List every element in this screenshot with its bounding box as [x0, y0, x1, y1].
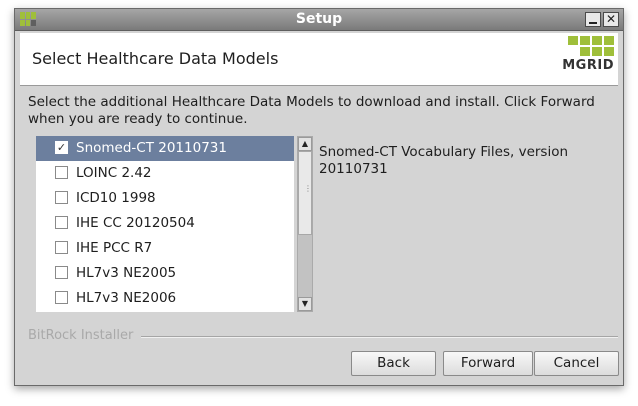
- bitrock-brand: BitRock Installer: [28, 328, 134, 343]
- window-title: Setup: [295, 11, 343, 27]
- scroll-down-icon[interactable]: ▼: [298, 297, 312, 311]
- list-item[interactable]: ICD10 1998: [36, 186, 294, 211]
- page-header: Select Healthcare Data Models MGRID: [20, 33, 618, 86]
- checkbox[interactable]: ✓: [55, 141, 68, 154]
- setup-window: Setup ✕ Select Healthcare Data Models MG…: [14, 8, 624, 386]
- checkbox[interactable]: [55, 166, 68, 179]
- scrollbar-thumb[interactable]: ⋮: [298, 151, 312, 235]
- list-item[interactable]: HL7v3 NE2005: [36, 261, 294, 286]
- grip-icon: ⋮: [304, 184, 312, 193]
- scroll-up-icon[interactable]: ▲: [298, 137, 312, 151]
- list-item-label: IHE CC 20120504: [76, 215, 195, 231]
- page-title: Select Healthcare Data Models: [32, 49, 279, 68]
- list-item-label: LOINC 2.42: [76, 165, 152, 181]
- mgrid-logo: MGRID: [562, 36, 614, 82]
- list-item-label: ICD10 1998: [76, 190, 156, 206]
- list-item-label: Snomed-CT 20110731: [76, 140, 227, 156]
- cancel-button[interactable]: Cancel: [534, 351, 619, 376]
- checkbox[interactable]: [55, 191, 68, 204]
- list-item-label: HL7v3 NE2006: [76, 290, 177, 306]
- list-item[interactable]: ✓ Snomed-CT 20110731: [36, 136, 294, 161]
- list-item[interactable]: HL7v3 NE2006: [36, 286, 294, 311]
- model-description: Snomed-CT Vocabulary Files, version 2011…: [319, 144, 569, 177]
- back-button[interactable]: Back: [351, 351, 436, 376]
- list-scrollbar[interactable]: ▲ ⋮ ▼: [297, 136, 313, 312]
- list-item-label: HL7v3 NE2005: [76, 265, 177, 281]
- logo-grid-icon: [568, 36, 614, 56]
- logo-text: MGRID: [562, 58, 614, 73]
- minimize-button[interactable]: [585, 12, 601, 27]
- checkbox[interactable]: [55, 266, 68, 279]
- instructions-text: Select the additional Healthcare Data Mo…: [28, 94, 595, 127]
- title-bar[interactable]: Setup ✕: [15, 9, 623, 31]
- list-item-label: IHE PCC R7: [76, 240, 153, 256]
- footer-divider: [141, 336, 618, 338]
- checkbox[interactable]: [55, 241, 68, 254]
- list-item[interactable]: IHE PCC R7: [36, 236, 294, 261]
- checkbox[interactable]: [55, 291, 68, 304]
- close-button[interactable]: ✕: [603, 12, 619, 27]
- forward-button[interactable]: Forward: [443, 351, 533, 376]
- data-model-list[interactable]: ✓ Snomed-CT 20110731 LOINC 2.42 ICD10 19…: [36, 136, 294, 312]
- list-item[interactable]: LOINC 2.42: [36, 161, 294, 186]
- list-item[interactable]: IHE CC 20120504: [36, 211, 294, 236]
- checkbox[interactable]: [55, 216, 68, 229]
